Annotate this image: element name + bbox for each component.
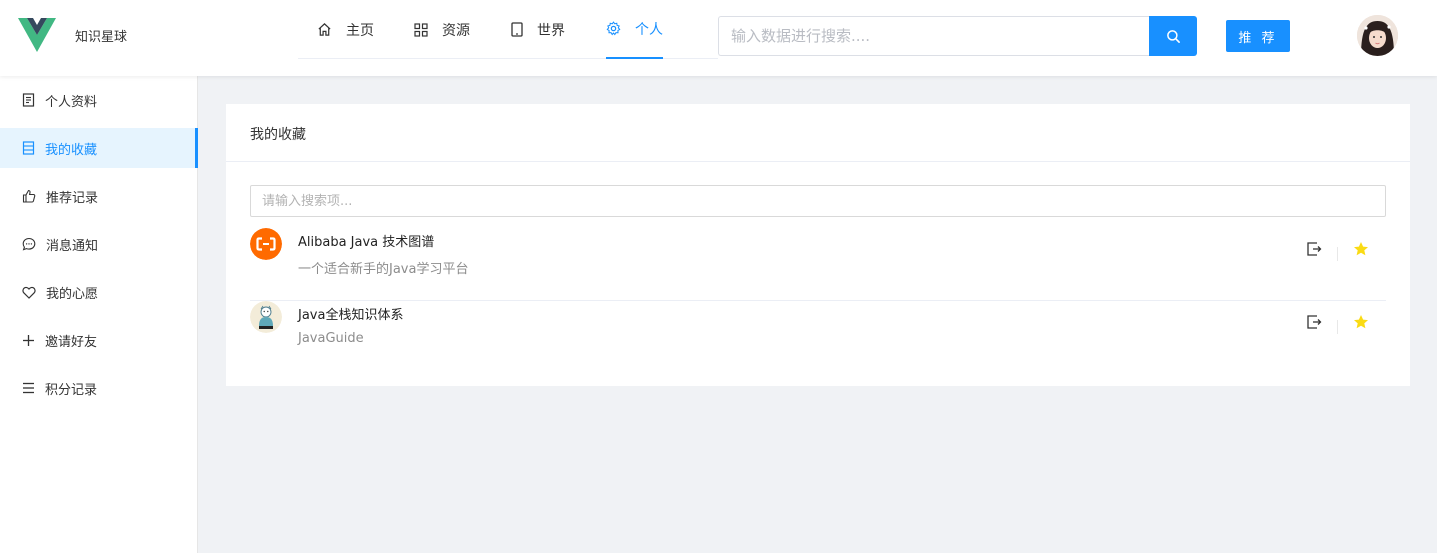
grid-icon [414, 22, 428, 37]
sidebar-item-recommend-history[interactable]: 推荐记录 [0, 176, 198, 216]
alibaba-logo-icon [250, 228, 282, 260]
main-nav: 主页 资源 世界 个人 [298, 0, 718, 59]
favorites-card: 我的收藏 Alibaba Java 技术图谱 一个适合新手的Java学习平台 [226, 104, 1410, 386]
action-divider [1337, 247, 1338, 261]
sidebar: 个人资料 我的收藏 推荐记录 消息通知 我的心愿 邀请好友 积分记录 [0, 76, 198, 553]
nav-world-label: 世界 [537, 22, 565, 39]
sidebar-item-profile[interactable]: 个人资料 [0, 80, 198, 120]
favorites-search-input[interactable] [250, 185, 1386, 217]
user-avatar[interactable] [1357, 15, 1398, 56]
nav-home-label: 主页 [346, 22, 374, 39]
sidebar-item-label: 消息通知 [46, 238, 99, 254]
chat-bubble-icon [22, 237, 36, 251]
plus-icon [23, 334, 34, 346]
search-icon [1166, 29, 1180, 43]
nav-personal[interactable]: 个人 [606, 0, 663, 59]
item-title[interactable]: Java全栈知识体系 [298, 304, 403, 323]
item-title[interactable]: Alibaba Java 技术图谱 [298, 231, 434, 250]
tablet-icon [511, 22, 523, 37]
sidebar-item-wishes[interactable]: 我的心愿 [0, 272, 198, 312]
bookmark-book-icon [22, 141, 35, 155]
sidebar-item-invite-friends[interactable]: 邀请好友 [0, 320, 198, 360]
top-header: 知识星球 主页 资源 世界 个人 推 荐 [0, 0, 1437, 76]
javaguide-avatar-icon [250, 301, 282, 333]
home-icon [318, 23, 331, 36]
sidebar-item-label: 邀请好友 [45, 334, 98, 350]
search-button[interactable] [1149, 16, 1197, 56]
user-avatar-image [1357, 15, 1398, 56]
nav-home[interactable]: 主页 [317, 0, 374, 59]
thumbs-up-icon [22, 189, 36, 203]
open-link-icon[interactable] [1306, 241, 1322, 257]
list-item[interactable]: Java全栈知识体系 JavaGuide [250, 301, 1386, 374]
sidebar-item-label: 推荐记录 [46, 190, 99, 206]
global-search-input[interactable] [718, 16, 1150, 56]
star-icon[interactable] [1353, 241, 1369, 257]
sidebar-item-favorites[interactable]: 我的收藏 [0, 128, 198, 168]
sidebar-item-label: 我的心愿 [46, 286, 99, 302]
sidebar-item-label: 积分记录 [45, 382, 98, 398]
nav-resources[interactable]: 资源 [414, 0, 470, 59]
nav-resources-label: 资源 [442, 22, 470, 39]
recommend-button[interactable]: 推 荐 [1226, 20, 1290, 52]
sidebar-item-label: 个人资料 [45, 94, 98, 110]
gear-icon [606, 21, 621, 36]
list-item[interactable]: Alibaba Java 技术图谱 一个适合新手的Java学习平台 [250, 228, 1386, 301]
vue-logo-icon[interactable] [18, 18, 56, 54]
brand-name[interactable]: 知识星球 [75, 26, 127, 45]
heart-icon [22, 286, 36, 299]
item-description: JavaGuide [298, 331, 364, 346]
list-icon [23, 382, 34, 394]
nav-personal-label: 个人 [635, 21, 663, 38]
sidebar-item-label: 我的收藏 [45, 142, 98, 158]
card-title: 我的收藏 [250, 127, 306, 143]
open-link-icon[interactable] [1306, 314, 1322, 330]
sidebar-item-points[interactable]: 积分记录 [0, 368, 198, 408]
profile-doc-icon [22, 93, 35, 107]
sidebar-item-notifications[interactable]: 消息通知 [0, 224, 198, 264]
nav-world[interactable]: 世界 [511, 0, 565, 59]
action-divider [1337, 320, 1338, 334]
card-divider [226, 161, 1410, 162]
star-icon[interactable] [1353, 314, 1369, 330]
item-description: 一个适合新手的Java学习平台 [298, 262, 469, 277]
